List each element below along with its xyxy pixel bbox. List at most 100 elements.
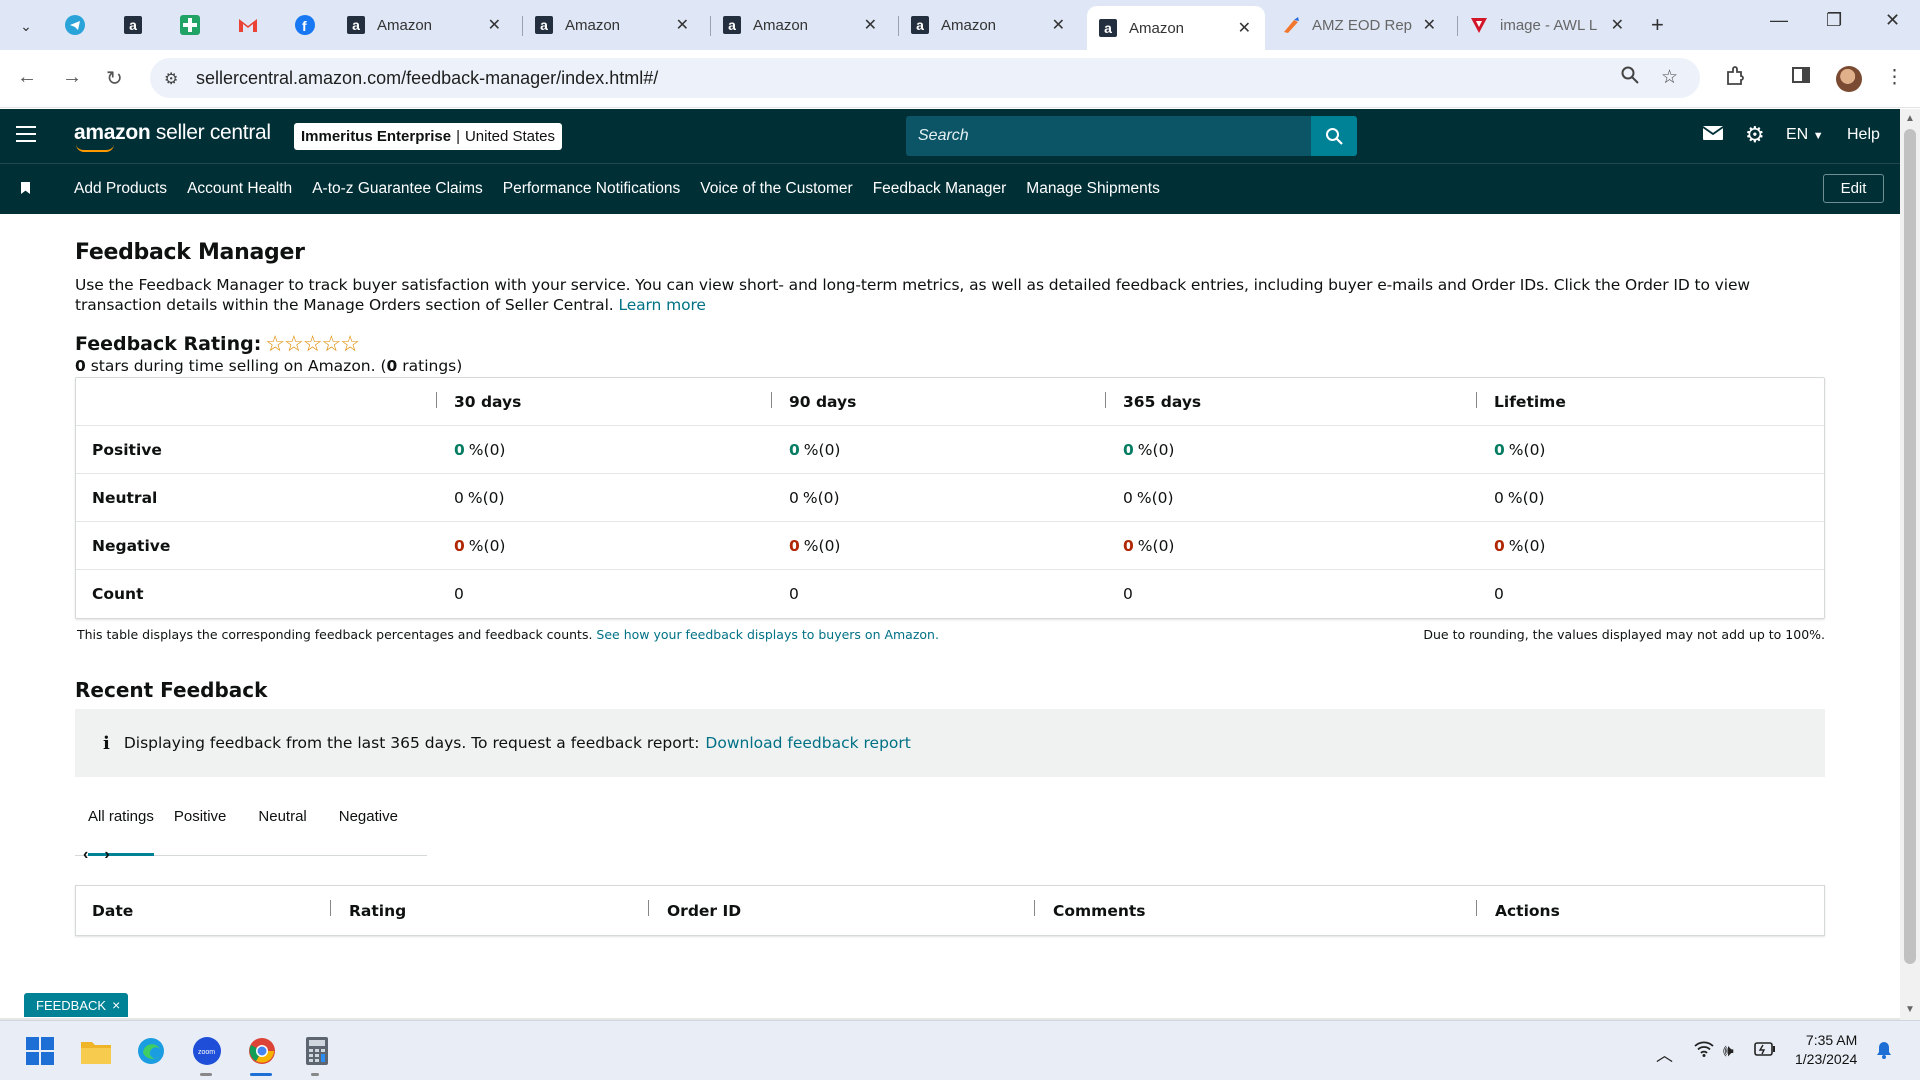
extensions-puzzle-icon[interactable]: [1725, 66, 1745, 92]
site-info-icon[interactable]: ⚙: [164, 69, 178, 89]
tab-close-icon[interactable]: ✕: [1238, 18, 1251, 38]
feedback-display-link[interactable]: See how your feedback displays to buyers…: [596, 627, 939, 642]
column-header-comments[interactable]: Comments: [1053, 886, 1146, 935]
search-input[interactable]: Search: [906, 116, 1311, 156]
feedback-close-icon[interactable]: ×: [112, 997, 120, 1013]
mail-icon[interactable]: [1702, 125, 1724, 146]
metrics-row-negative: Negative 0 %(0) 0 %(0) 0 %(0) 0 %(0): [76, 522, 1824, 570]
tab-close-icon[interactable]: ✕: [864, 15, 877, 35]
tab-neutral[interactable]: Neutral: [258, 794, 306, 856]
scrollbar-thumb[interactable]: [1904, 129, 1916, 964]
address-bar[interactable]: ⚙ sellercentral.amazon.com/feedback-mana…: [150, 58, 1700, 98]
pinned-tab-amazon[interactable]: a: [118, 10, 148, 40]
nav-voice-of-customer[interactable]: Voice of the Customer: [700, 180, 853, 198]
pinned-tab-telegram[interactable]: [60, 10, 90, 40]
column-header-date[interactable]: Date: [92, 886, 133, 935]
next-page-chevron-icon[interactable]: ›: [104, 846, 109, 863]
tab-close-icon[interactable]: ✕: [1052, 15, 1065, 35]
clock-time: 7:35 AM: [1805, 1032, 1858, 1048]
back-arrow-icon[interactable]: ←: [17, 66, 37, 89]
tab-search-chevron-icon[interactable]: ⌄: [12, 12, 40, 40]
tab-amazon-4[interactable]: a Amazon ✕: [899, 8, 1079, 42]
column-header-order-id[interactable]: Order ID: [667, 886, 741, 935]
tab-positive[interactable]: Positive: [174, 794, 227, 856]
store-selector[interactable]: Immeritus Enterprise | United States: [294, 123, 563, 150]
tab-close-icon[interactable]: ✕: [488, 15, 501, 35]
store-name: Immeritus Enterprise: [301, 128, 452, 145]
pinned-tab-sheets[interactable]: [175, 10, 205, 40]
side-panel-icon[interactable]: [1792, 66, 1810, 90]
pinned-tab-gmail[interactable]: [233, 10, 263, 40]
column-header: 90 days: [789, 393, 857, 411]
pinned-tab-facebook[interactable]: f: [290, 10, 320, 40]
column-header-rating[interactable]: Rating: [349, 886, 406, 935]
reload-icon[interactable]: ↻: [106, 66, 123, 91]
chrome-icon[interactable]: [247, 1036, 277, 1066]
tab-amazon-2[interactable]: a Amazon ✕: [523, 8, 703, 42]
file-explorer-icon[interactable]: [81, 1036, 111, 1066]
prev-page-chevron-icon[interactable]: ‹: [83, 846, 88, 863]
nav-account-health[interactable]: Account Health: [187, 180, 292, 198]
edit-nav-button[interactable]: Edit: [1823, 174, 1884, 203]
telegram-icon: [65, 15, 85, 35]
zoom-magnifier-icon[interactable]: [1621, 66, 1639, 90]
nav-a-to-z-claims[interactable]: A-to-z Guarantee Claims: [312, 180, 483, 198]
nav-manage-shipments[interactable]: Manage Shipments: [1026, 180, 1160, 198]
tab-amazon-1[interactable]: a Amazon ✕: [335, 8, 515, 42]
window-close-icon[interactable]: ✕: [1885, 10, 1900, 31]
negative-365d: 0 %(0): [1123, 537, 1175, 555]
count-90d: 0: [789, 585, 799, 603]
zoom-app-icon[interactable]: zoom: [192, 1036, 222, 1066]
seller-central-logo[interactable]: amazon seller central: [74, 121, 271, 145]
page-title: Feedback Manager: [75, 240, 305, 265]
vertical-scrollbar[interactable]: ▲ ▼: [1900, 109, 1920, 1020]
download-feedback-report-link[interactable]: Download feedback report: [705, 734, 910, 752]
tab-awl-image[interactable]: image - AWL L ✕: [1458, 8, 1638, 42]
help-link[interactable]: Help: [1847, 126, 1880, 144]
row-label: Positive: [92, 441, 162, 459]
tab-close-icon[interactable]: ✕: [676, 15, 689, 35]
language-selector[interactable]: EN ▼: [1786, 126, 1824, 144]
tab-title: Amazon: [753, 16, 809, 34]
edge-browser-icon[interactable]: [136, 1036, 166, 1066]
scroll-down-arrow-icon[interactable]: ▼: [1905, 1004, 1915, 1015]
new-tab-plus-icon[interactable]: +: [1651, 12, 1664, 38]
tab-close-icon[interactable]: ✕: [1611, 15, 1624, 35]
windows-start-icon[interactable]: [25, 1036, 55, 1066]
profile-avatar[interactable]: [1836, 66, 1862, 92]
volume-icon[interactable]: 🕪: [1723, 1041, 1734, 1061]
brush-icon: [1284, 17, 1299, 33]
feedback-widget-button[interactable]: FEEDBACK ×: [24, 993, 129, 1017]
wifi-icon[interactable]: [1694, 1041, 1714, 1062]
scroll-up-arrow-icon[interactable]: ▲: [1905, 113, 1915, 124]
settings-gear-icon[interactable]: ⚙: [1745, 122, 1765, 148]
restore-icon[interactable]: ❐: [1826, 10, 1842, 31]
notification-bell-icon[interactable]: [1876, 1041, 1892, 1064]
url-text: sellercentral.amazon.com/feedback-manage…: [196, 67, 659, 88]
zoom-running-indicator: [200, 1073, 212, 1076]
chrome-menu-kebab-icon[interactable]: ⋮: [1885, 66, 1904, 89]
tab-negative[interactable]: Negative: [339, 794, 398, 856]
hamburger-menu-icon[interactable]: [16, 126, 36, 147]
learn-more-link[interactable]: Learn more: [618, 296, 706, 314]
tab-amazon-active[interactable]: a Amazon ✕: [1087, 6, 1265, 50]
positive-30d: 0 %(0): [454, 441, 506, 459]
tab-amz-eod-report[interactable]: AMZ EOD Rep ✕: [1270, 8, 1450, 42]
bookmark-star-icon[interactable]: ☆: [1661, 66, 1678, 89]
nav-performance-notifications[interactable]: Performance Notifications: [503, 180, 680, 198]
show-hidden-icons-chevron-icon[interactable]: ︿: [1656, 1041, 1673, 1066]
nav-add-products[interactable]: Add Products: [74, 180, 167, 198]
system-clock[interactable]: 7:35 AM 1/23/2024: [1795, 1031, 1857, 1069]
battery-icon[interactable]: [1754, 1041, 1776, 1061]
search-button[interactable]: [1311, 116, 1357, 156]
bookmark-icon[interactable]: [21, 182, 30, 194]
forward-arrow-icon[interactable]: →: [62, 66, 82, 89]
nav-feedback-manager[interactable]: Feedback Manager: [873, 180, 1007, 198]
calculator-icon[interactable]: [302, 1036, 332, 1066]
tab-amazon-3[interactable]: a Amazon ✕: [711, 8, 891, 42]
tab-close-icon[interactable]: ✕: [1423, 15, 1436, 35]
count-lifetime: 0: [1494, 585, 1504, 603]
row-label: Count: [92, 585, 144, 603]
minimize-icon[interactable]: —: [1770, 10, 1788, 31]
column-header-actions: Actions: [1495, 901, 1560, 920]
